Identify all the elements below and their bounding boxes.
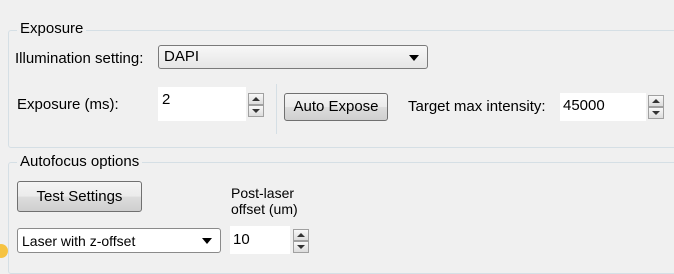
- corner-decoration: [0, 244, 8, 258]
- exposure-ms-value: 2: [162, 91, 171, 108]
- illumination-setting-dropdown[interactable]: DAPI: [158, 45, 428, 69]
- target-max-intensity-input[interactable]: 45000: [560, 93, 646, 121]
- spin-up-icon[interactable]: [248, 93, 264, 105]
- test-settings-button[interactable]: Test Settings: [17, 181, 142, 212]
- auto-expose-panel-border: [276, 84, 277, 134]
- autofocus-mode-dropdown[interactable]: Laser with z-offset: [17, 228, 221, 253]
- post-laser-offset-spinner[interactable]: [293, 229, 309, 253]
- spin-down-icon[interactable]: [648, 107, 664, 119]
- exposure-ms-label: Exposure (ms):: [17, 96, 119, 113]
- autofocus-mode-value: Laser with z-offset: [22, 233, 136, 249]
- spin-up-icon[interactable]: [293, 229, 309, 241]
- spin-down-icon[interactable]: [293, 241, 309, 253]
- exposure-ms-input[interactable]: 2: [158, 87, 246, 121]
- autofocus-group: [8, 162, 674, 274]
- spin-up-icon[interactable]: [648, 95, 664, 107]
- post-laser-offset-label-line2: offset (um): [231, 201, 298, 217]
- illumination-setting-value: DAPI: [164, 48, 200, 65]
- exposure-group-title: Exposure: [17, 20, 87, 38]
- target-max-intensity-spinner[interactable]: [648, 95, 664, 119]
- spin-down-icon[interactable]: [248, 105, 264, 117]
- autofocus-group-title: Autofocus options: [17, 153, 143, 171]
- post-laser-offset-input[interactable]: 10: [230, 226, 290, 254]
- chevron-down-icon: [202, 238, 212, 244]
- post-laser-offset-value: 10: [233, 231, 250, 248]
- auto-expose-button[interactable]: Auto Expose: [284, 93, 388, 121]
- target-max-intensity-label: Target max intensity:: [408, 98, 546, 115]
- target-max-intensity-value: 45000: [563, 97, 605, 114]
- illumination-setting-label: Illumination setting:: [15, 50, 144, 67]
- exposure-ms-spinner[interactable]: [248, 93, 264, 117]
- chevron-down-icon: [409, 55, 419, 61]
- post-laser-offset-label-line1: Post-laser: [231, 185, 295, 201]
